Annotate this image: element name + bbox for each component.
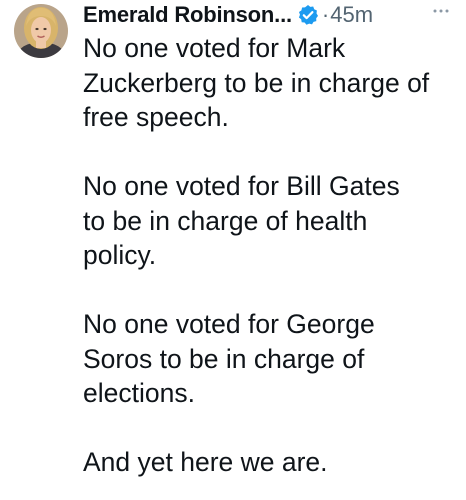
verified-badge-icon[interactable]: [297, 4, 319, 26]
tweet-text-line: policy.: [83, 240, 157, 270]
author-name[interactable]: Emerald Robinson...: [83, 2, 292, 28]
header-separator: ·: [321, 2, 330, 27]
avatar[interactable]: [14, 4, 68, 58]
tweet-header: Emerald Robinson... · 45m: [83, 0, 453, 30]
tweet-text-line: Zuckerberg to be in charge of: [83, 67, 430, 98]
timestamp[interactable]: 45m: [330, 2, 373, 28]
tweet: Emerald Robinson... · 45m No one voted f…: [0, 0, 466, 500]
tweet-text-line: No one voted for George: [83, 309, 375, 339]
tweet-text-line: No one voted for Bill Gates: [83, 171, 400, 201]
tweet-paragraph: No one voted for Bill Gates to be in cha…: [83, 169, 458, 273]
tweet-text: No one voted for Mark Zuckerberg to be i…: [83, 31, 458, 480]
tweet-paragraph: No one voted for Mark Zuckerberg to be i…: [83, 31, 458, 135]
tweet-text-line: to be in charge of health: [83, 205, 368, 236]
more-options-icon[interactable]: [430, 4, 452, 18]
avatar-image: [14, 4, 68, 58]
tweet-text-line: free speech.: [83, 102, 229, 132]
tweet-text-line: Soros to be in charge of: [83, 343, 365, 374]
tweet-paragraph: No one voted for George Soros to be in c…: [83, 307, 458, 411]
tweet-text-line: No one voted for Mark: [83, 33, 346, 63]
tweet-text-line: elections.: [83, 378, 195, 408]
tweet-text-line: And yet here we are.: [83, 447, 328, 477]
tweet-paragraph: And yet here we are.: [83, 445, 458, 480]
